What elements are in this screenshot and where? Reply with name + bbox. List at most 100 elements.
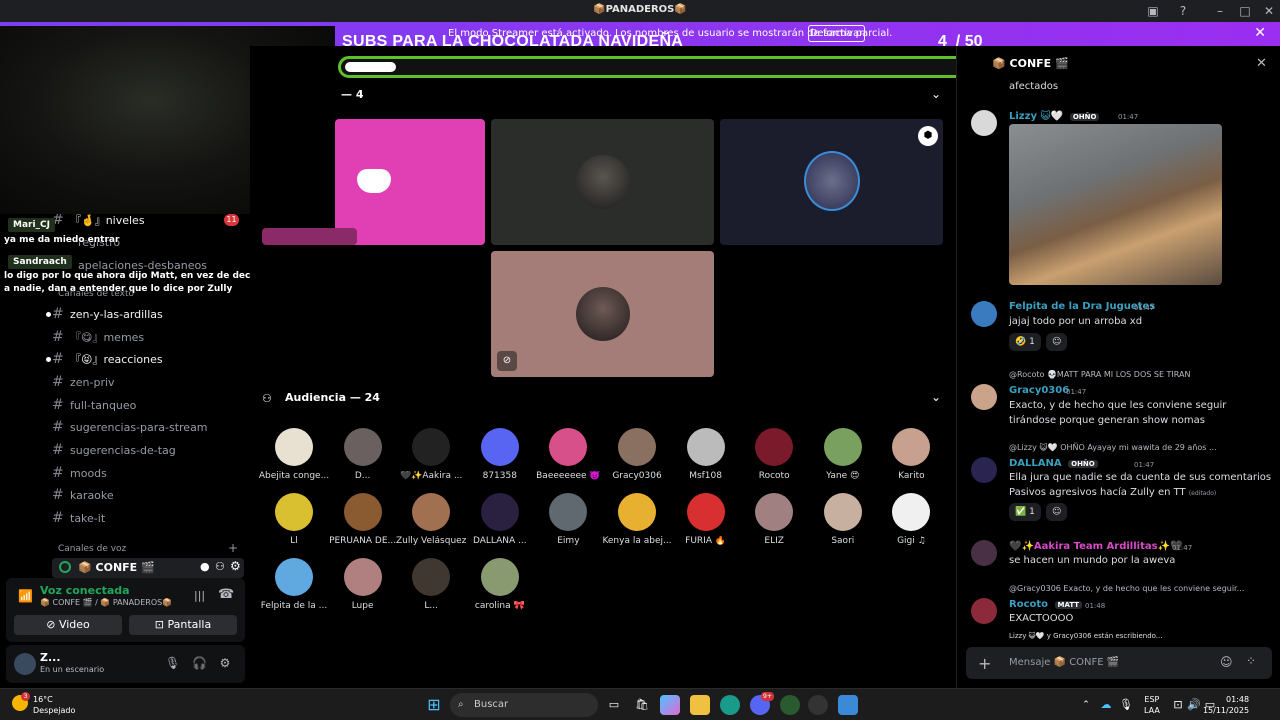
audience-member[interactable]: Kenya la abej... <box>601 493 673 546</box>
edge-icon[interactable] <box>720 695 740 715</box>
channel-sugerencias-stream[interactable]: # sugerencias-para-stream <box>52 417 208 437</box>
category-add-icon[interactable]: + <box>228 541 238 555</box>
audience-member[interactable]: DALLANA ... <box>464 493 536 546</box>
settings-icon[interactable]: ⚙ <box>230 559 241 573</box>
audience-member[interactable]: Felpita de la ... <box>258 558 330 611</box>
chat-icon[interactable]: ● <box>200 560 210 573</box>
message-author[interactable]: DALLANA OHÑO <box>1009 458 1098 469</box>
add-reaction-icon[interactable]: ☺ <box>1046 503 1068 521</box>
username[interactable]: Z... <box>40 651 61 664</box>
reaction-chip[interactable]: ✅ 1 <box>1009 503 1041 521</box>
maximize-icon[interactable]: □ <box>1237 3 1253 19</box>
close-window-icon[interactable]: ✕ <box>1261 3 1277 19</box>
audience-member[interactable]: carolina 🎀 <box>464 558 536 611</box>
audience-member[interactable]: Yane 😍 <box>807 428 879 481</box>
audience-member[interactable]: Lupe <box>327 558 399 611</box>
channel-moods[interactable]: # moods <box>52 463 107 483</box>
minimize-icon[interactable]: – <box>1212 3 1228 19</box>
audience-member[interactable]: L... <box>395 558 467 611</box>
audience-member[interactable]: Msf108 <box>670 428 742 481</box>
add-member-icon[interactable]: ⚇ <box>215 560 225 573</box>
channel-memes[interactable]: # 『😋』memes <box>52 327 144 347</box>
audience-member[interactable]: PERUANA DE... <box>327 493 399 546</box>
voice-channel-item[interactable]: 📦 CONFE 🎬 ● ⚇ ⚙ <box>52 558 244 578</box>
obs-icon[interactable] <box>808 695 828 715</box>
stage-tile-speaker[interactable]: ⬢ <box>720 119 943 245</box>
avatar[interactable] <box>971 598 997 624</box>
message-author[interactable]: Lizzy 😺🤍 OHÑO <box>1009 111 1100 122</box>
channel-take-it[interactable]: # take-it <box>52 508 105 528</box>
deactivate-streamer-button[interactable]: Desactivar <box>808 25 865 42</box>
user-settings-icon[interactable]: ⚙ <box>218 656 232 670</box>
file-explorer-icon[interactable] <box>690 695 710 715</box>
voice-status[interactable]: Voz conectada <box>40 584 130 597</box>
close-chat-icon[interactable]: ✕ <box>1256 56 1267 71</box>
copilot-icon[interactable] <box>660 695 680 715</box>
channel-full-tanqueo[interactable]: # full-tanqueo <box>52 395 136 415</box>
message-composer[interactable]: + Mensaje 📦 CONFE 🎬 ☺ ⁘ <box>966 647 1272 679</box>
avatar[interactable] <box>971 457 997 483</box>
apps-icon[interactable]: ⁘ <box>1246 654 1256 668</box>
photos-icon[interactable] <box>838 695 858 715</box>
stage-tile-speaker[interactable]: ⊘ <box>491 251 714 377</box>
voice-location[interactable]: 📦 CONFE 🎬 / 📦 PANADEROS📦 <box>40 598 172 607</box>
avatar[interactable] <box>971 540 997 566</box>
audience-member[interactable]: Zully Velásquez <box>395 493 467 546</box>
disconnect-icon[interactable]: ☎ <box>218 587 234 602</box>
audience-member[interactable]: 871358 <box>464 428 536 481</box>
audience-member[interactable]: D... <box>327 428 399 481</box>
reply-preview[interactable]: @Gracy0306 Exacto, y de hecho que les co… <box>1009 584 1244 593</box>
chevron-down-icon[interactable]: ⌄ <box>931 87 941 101</box>
stage-tile-speaker[interactable] <box>491 119 714 245</box>
message-author[interactable]: 🖤✨Aakira Team Ardillitas✨🖤 <box>1009 541 1182 552</box>
video-button[interactable]: ⊘ Video <box>14 615 122 635</box>
weather-widget[interactable]: 16°C Despejado <box>33 694 75 716</box>
audience-member[interactable]: Gigi ♫ <box>875 493 947 546</box>
audience-member[interactable]: Saori <box>807 493 879 546</box>
task-view-icon[interactable]: ▭ <box>604 695 624 715</box>
channel-reacciones[interactable]: # 『😝』reacciones <box>52 349 163 369</box>
channel-zen-priv[interactable]: # zen-priv <box>52 372 115 392</box>
headphones-icon[interactable]: 🎧 <box>192 656 207 670</box>
channel-zen[interactable]: # zen-y-las-ardillas <box>52 304 163 324</box>
audience-member[interactable]: Gracy0306 <box>601 428 673 481</box>
audience-member[interactable]: 🖤✨Aakira ... <box>395 428 467 481</box>
chevron-down-icon[interactable]: ⌄ <box>931 390 941 404</box>
reply-preview[interactable]: @Rocoto 💀MATT PARA MI LOS DOS SE TIRAN <box>1009 370 1190 379</box>
chevron-up-icon[interactable]: ⌃ <box>1076 695 1096 715</box>
taskbar-search[interactable]: ⌕ Buscar <box>450 693 598 717</box>
category-voice-channels[interactable]: Canales de voz <box>58 544 126 554</box>
avatar[interactable] <box>14 653 36 675</box>
store-icon[interactable]: 🛍 <box>632 695 652 715</box>
audience-member[interactable]: FURIA 🔥 <box>670 493 742 546</box>
clock[interactable]: 01:48 15/11/2025 <box>1203 694 1249 716</box>
avatar[interactable] <box>971 384 997 410</box>
inbox-icon[interactable]: ▣ <box>1145 3 1161 19</box>
audience-member[interactable]: ELIZ <box>738 493 810 546</box>
message-image[interactable] <box>1009 124 1222 285</box>
start-icon[interactable]: ⊞ <box>424 695 444 715</box>
help-icon[interactable]: ? <box>1175 3 1191 19</box>
screen-share-button[interactable]: ⊡ Pantalla <box>129 615 237 635</box>
reply-preview[interactable]: @Lizzy 😺🤍 OHÑO Ayayay mi wawita de 29 añ… <box>1009 443 1217 452</box>
audience-member[interactable]: Rocoto <box>738 428 810 481</box>
emoji-icon[interactable]: ☺ <box>1220 655 1233 669</box>
avatar[interactable] <box>971 301 997 327</box>
channel-sugerencias-tag[interactable]: # sugerencias-de-tag <box>52 440 176 460</box>
stage-tile-discord[interactable] <box>335 119 485 245</box>
message-input[interactable]: Mensaje 📦 CONFE 🎬 <box>1009 657 1119 668</box>
language-indicator[interactable]: ESP LAA <box>1144 694 1160 716</box>
audience-member[interactable]: Baeeeeeee 👿 <box>532 428 604 481</box>
noise-suppression-icon[interactable]: ||| <box>194 589 205 602</box>
audience-member[interactable]: Ll <box>258 493 330 546</box>
reaction-chip[interactable]: 🤣 1 <box>1009 333 1041 351</box>
add-attachment-icon[interactable]: + <box>978 654 991 673</box>
channel-karaoke[interactable]: # karaoke <box>52 485 114 505</box>
add-reaction-icon[interactable]: ☺ <box>1046 333 1068 351</box>
close-banner-icon[interactable]: ✕ <box>1254 25 1266 41</box>
message-author[interactable]: Rocoto MATT <box>1009 599 1083 610</box>
microphone-tray-icon[interactable]: 🎙 <box>1116 695 1136 715</box>
app-icon[interactable] <box>780 695 800 715</box>
microphone-icon[interactable]: 🎙 <box>165 656 180 670</box>
onedrive-icon[interactable]: ☁ <box>1096 695 1116 715</box>
